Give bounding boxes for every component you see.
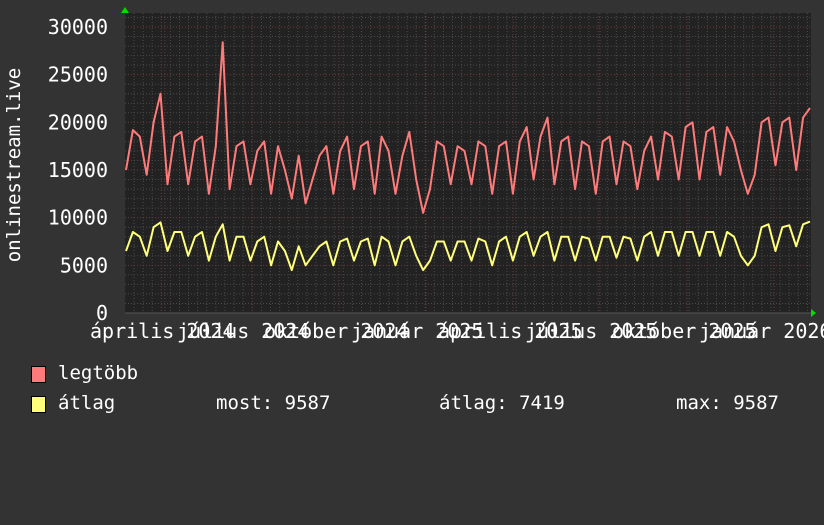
y-tick-label: 5000 — [60, 253, 108, 277]
y-tick-label: 10000 — [48, 206, 108, 230]
stat-max: max: 9587 — [676, 392, 779, 414]
x-tick-label: január 2026 — [699, 319, 824, 343]
legend-swatch-avg — [31, 396, 46, 413]
legend-item-max: legtöbb — [0, 362, 138, 385]
legend-item-avg: átlag most: 9587 átlag: 7419 max: 9587 — [0, 392, 779, 415]
stat-avg: átlag: 7419 — [439, 392, 565, 414]
legend-label-max: legtöbb — [58, 362, 139, 384]
stat-now: most: 9587 — [216, 392, 331, 414]
y-tick-label: 20000 — [48, 110, 108, 134]
y-axis-ticks: 050001000015000200002500030000 — [48, 15, 108, 325]
legend-label-avg: átlag — [58, 392, 116, 414]
y-tick-label: 15000 — [48, 158, 108, 182]
y-axis-arrow-icon — [121, 7, 129, 13]
legend-swatch-max — [31, 366, 46, 383]
y-axis-label: onlinestream.live — [3, 68, 25, 262]
x-axis-ticks: április 2024július 2024október 2024januá… — [90, 319, 824, 343]
y-tick-label: 25000 — [48, 63, 108, 87]
y-tick-label: 30000 — [48, 15, 108, 39]
x-axis-arrow-icon — [811, 309, 816, 317]
